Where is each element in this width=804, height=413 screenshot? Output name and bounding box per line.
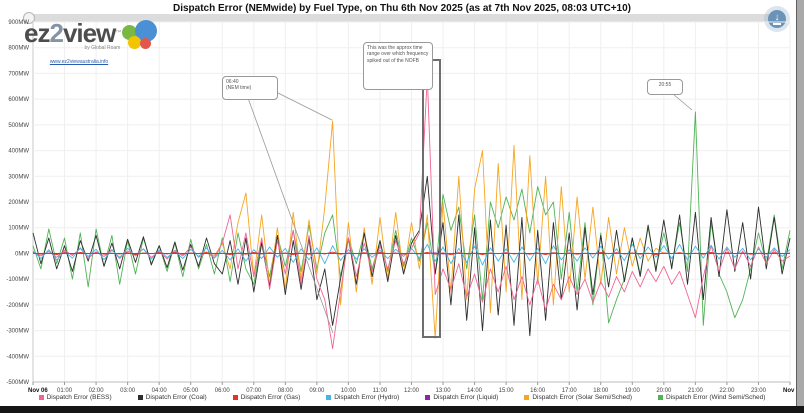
ez2view-link[interactable]: www.ez2viewaustralia.info [24, 59, 134, 65]
annotation-0640: 06:40 (NEM time) [222, 76, 278, 100]
legend-item-coal[interactable]: Dispatch Error (Coal) [137, 394, 207, 401]
y-axis-tick-label: -100MW [6, 277, 29, 283]
wind-marker-icon [658, 395, 664, 400]
y-axis-tick-label: 0MW [15, 251, 29, 257]
y-axis-tick-label: -500MW [6, 380, 29, 386]
y-axis-tick-label: -200MW [6, 303, 29, 309]
window-right-frame [796, 0, 804, 413]
y-axis-tick-label: 600MW [8, 97, 29, 103]
annotation-nofb: This was the approx time range over whic… [363, 42, 433, 90]
legend-item-gas[interactable]: Dispatch Error (Gas) [232, 394, 301, 401]
legend-label: Dispatch Error (Wind Semi/Sched) [666, 394, 766, 401]
window-bottom-bar [0, 406, 804, 413]
hydro-marker-icon [326, 395, 332, 400]
bess-marker-icon [38, 395, 44, 400]
legend-label: Dispatch Error (Gas) [240, 394, 301, 401]
annotation-2055: 20:55 [647, 79, 683, 95]
legend-item-hydro[interactable]: Dispatch Error (Hydro) [326, 394, 399, 401]
legend-label: Dispatch Error (Solar Semi/Sched) [532, 394, 633, 401]
ez2view-logo: ez2view™ by Global Roam www.ez2viewaustr… [24, 18, 158, 65]
legend-item-wind[interactable]: Dispatch Error (Wind Semi/Sched) [658, 394, 765, 401]
y-axis-tick-label: 500MW [8, 123, 29, 129]
y-axis-tick-label: 100MW [8, 226, 29, 232]
logo-text: ez2view™ [24, 18, 121, 48]
gas-marker-icon [232, 395, 238, 400]
y-axis-tick-label: -400MW [6, 354, 29, 360]
legend-label: Dispatch Error (Hydro) [334, 394, 400, 401]
y-axis-tick-label: 200MW [8, 200, 29, 206]
y-axis-tick-label: -300MW [6, 329, 29, 335]
legend-item-bess[interactable]: Dispatch Error (BESS) [38, 394, 112, 401]
legend-item-liquid[interactable]: Dispatch Error (Liquid) [425, 394, 498, 401]
y-axis-tick-label: 400MW [8, 149, 29, 155]
ez2view-trend-window: Dispatch Error (NEMwide) by Fuel Type, o… [0, 0, 804, 413]
y-axis-tick-label: 300MW [8, 174, 29, 180]
globalroam-circles-icon [122, 20, 158, 56]
legend-label: Dispatch Error (Liquid) [433, 394, 499, 401]
liquid-marker-icon [425, 395, 431, 400]
legend-label: Dispatch Error (Coal) [145, 394, 207, 401]
coal-marker-icon [137, 395, 143, 400]
y-axis-tick-label: 700MW [8, 71, 29, 77]
chart-legend: Dispatch Error (BESS) Dispatch Error (Co… [0, 394, 804, 401]
solar-marker-icon [524, 395, 530, 400]
legend-item-solar[interactable]: Dispatch Error (Solar Semi/Sched) [524, 394, 632, 401]
legend-label: Dispatch Error (BESS) [46, 394, 112, 401]
